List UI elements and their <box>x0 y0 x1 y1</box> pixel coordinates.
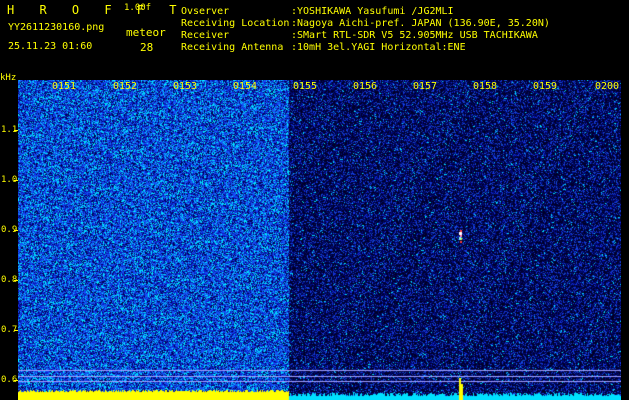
receiver-label: Receiver <box>181 30 230 41</box>
time-label-0200: 0200 <box>595 81 620 92</box>
time-label-0153: 0153 <box>173 81 198 92</box>
antenna-value: :10mH 3el.YAGI Horizontal:ENE <box>291 42 466 53</box>
observer-value: :YOSHIKAWA Yasufumi /JG2MLI <box>291 6 454 17</box>
time-label-0156: 0156 <box>353 81 378 92</box>
spectrogram-canvas <box>18 80 621 400</box>
freq-unit: kHz <box>0 73 17 83</box>
time-label-0154: 0154 <box>233 81 258 92</box>
meteor-label: meteor <box>126 26 166 39</box>
datetime-label: 25.11.23 01:60 <box>8 41 93 52</box>
app-title: H R O F F T <box>7 3 186 17</box>
time-label-0151: 0151 <box>52 81 77 92</box>
time-label-0159: 0159 <box>533 81 558 92</box>
time-label-0157: 0157 <box>413 81 438 92</box>
filename-label: YY2611230160.png <box>8 22 105 33</box>
time-label-0155: 0155 <box>293 81 318 92</box>
location-value: :Nagoya Aichi-pref. JAPAN (136.90E, 35.2… <box>291 18 550 29</box>
time-label-0158: 0158 <box>473 81 498 92</box>
location-label: Receiving Location <box>181 18 290 29</box>
observer-label: Ovserver <box>181 6 230 17</box>
time-label-0152: 0152 <box>113 81 138 92</box>
antenna-label: Receiving Antenna <box>181 42 284 53</box>
spectrogram-panel: 0151 0152 0153 0154 0155 0156 0157 0158 … <box>18 80 621 400</box>
receiver-value: :SMart RTL-SDR V5 52.905MHz USB TACHIKAW… <box>291 30 538 41</box>
version-label: 1.00f <box>124 3 152 13</box>
meteor-count: 28 <box>140 41 154 54</box>
